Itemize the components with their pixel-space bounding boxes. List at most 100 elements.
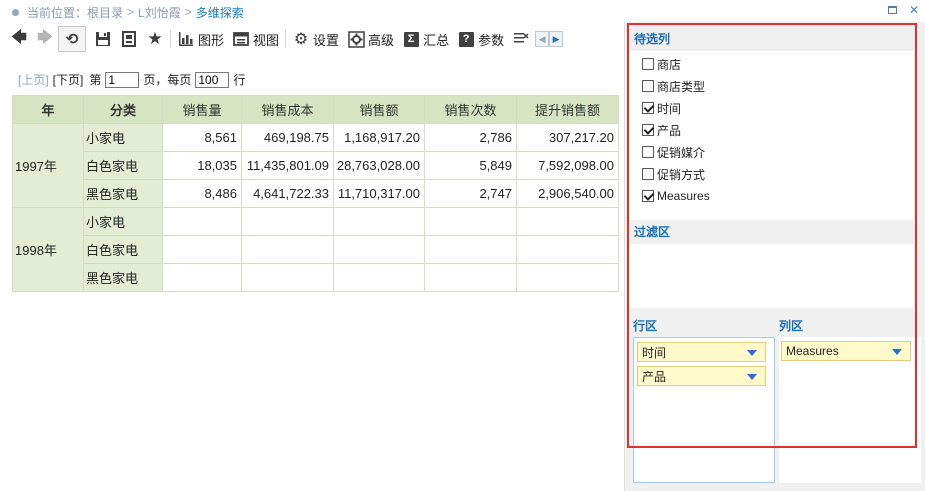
table-row: 1997年 小家电 8,561 469,198.75 1,168,917.20 …: [12, 123, 619, 208]
settings-button-label: 设置: [313, 32, 340, 48]
checkbox[interactable]: [642, 124, 654, 136]
favorite-button[interactable]: ★: [142, 26, 168, 52]
value-cell: 2,786: [424, 123, 517, 152]
save-button[interactable]: [90, 26, 116, 52]
row-chip-product[interactable]: 产品: [637, 366, 766, 386]
filter-drop-zone[interactable]: [628, 244, 914, 308]
checkbox[interactable]: [642, 168, 654, 180]
value-cell: 469,198.75: [241, 123, 334, 152]
value-cell: 11,710,317.00: [333, 179, 425, 208]
dropdown-arrow-icon[interactable]: [747, 374, 757, 380]
column-header[interactable]: 年: [12, 95, 84, 124]
summary-button[interactable]: Σ 汇总: [398, 26, 453, 52]
breadcrumb-item-root[interactable]: 根目录: [87, 4, 123, 21]
candidate-item-store[interactable]: 商店: [628, 53, 914, 75]
breadcrumb-item-user[interactable]: L刘怡霞: [138, 4, 181, 21]
candidate-item-store-type[interactable]: 商店类型: [628, 75, 914, 97]
column-header[interactable]: 销售量: [162, 95, 242, 124]
candidates-section: 待选列 商店 商店类型 时间 产品 促销媒介 促销方式 Measures: [628, 27, 914, 224]
advanced-button[interactable]: 高级: [343, 26, 398, 52]
checkbox[interactable]: [642, 58, 654, 70]
page-number-input[interactable]: [105, 71, 140, 88]
category-cell[interactable]: 白色家电: [83, 151, 163, 180]
column-header[interactable]: 销售额: [333, 95, 425, 124]
candidate-item-promo-method[interactable]: 促销方式: [628, 163, 914, 185]
filter-title: 过滤区: [628, 220, 914, 244]
scroll-left-icon[interactable]: ◀: [535, 31, 550, 47]
row-drop-zone[interactable]: 时间 产品: [633, 337, 775, 483]
value-cell: 307,217.20: [516, 123, 619, 152]
checkbox[interactable]: [642, 146, 654, 158]
arrow-right-icon: 🡆: [37, 28, 53, 46]
category-cell[interactable]: 白色家电: [83, 235, 163, 264]
candidate-label: Measures: [657, 189, 710, 203]
checkbox[interactable]: [642, 102, 654, 114]
value-cell: 2,747: [424, 179, 517, 208]
sigma-icon: Σ: [402, 30, 420, 48]
close-icon[interactable]: ✕: [907, 3, 921, 17]
candidate-label: 商店类型: [657, 79, 706, 94]
table-row: 1998年 小家电: [12, 207, 619, 292]
more-button[interactable]: [508, 26, 533, 52]
row-area-title: 行区: [633, 319, 658, 333]
year-cell[interactable]: 1997年: [12, 123, 84, 208]
candidate-item-measures[interactable]: Measures: [628, 185, 914, 207]
candidates-title: 待选列: [628, 27, 914, 51]
dropdown-arrow-icon[interactable]: [747, 350, 757, 356]
value-cell: [516, 207, 619, 236]
col-drop-zone[interactable]: Measures: [779, 337, 921, 483]
toolbar-divider: [285, 30, 287, 48]
location-dot-icon: [12, 8, 19, 16]
candidate-label: 时间: [657, 101, 682, 116]
maximize-icon[interactable]: [885, 3, 899, 17]
col-area-title: 列区: [779, 319, 804, 333]
dropdown-arrow-icon[interactable]: [892, 349, 902, 355]
question-icon: ?: [457, 30, 475, 48]
candidate-item-product[interactable]: 产品: [628, 119, 914, 141]
column-header[interactable]: 销售成本: [241, 95, 334, 124]
candidate-label: 产品: [657, 123, 682, 138]
table-row: 黑色家电: [13, 263, 619, 292]
back-button[interactable]: 🡄: [6, 26, 32, 52]
column-header[interactable]: 销售次数: [424, 95, 517, 124]
row-chip-time[interactable]: 时间: [637, 342, 766, 362]
filter-section: 过滤区: [628, 220, 914, 308]
next-page-link[interactable]: [下页]: [53, 71, 84, 88]
col-chip-measures[interactable]: Measures: [781, 341, 911, 361]
value-cell: [241, 235, 334, 264]
scroll-right-icon[interactable]: ▶: [549, 31, 564, 47]
chip-label: Measures: [786, 344, 839, 358]
value-cell: [333, 263, 425, 292]
chart-button[interactable]: 图形: [173, 26, 228, 52]
checkbox[interactable]: [642, 190, 654, 202]
column-header[interactable]: 提升销售额: [516, 95, 619, 124]
field-panel: 待选列 商店 商店类型 时间 产品 促销媒介 促销方式 Measures 过滤区…: [624, 22, 925, 491]
checkbox[interactable]: [642, 80, 654, 92]
value-cell: 18,035: [162, 151, 242, 180]
view-icon: [232, 30, 250, 48]
settings-button[interactable]: ⚙ 设置: [288, 26, 343, 52]
table-header-row: 年 分类 销售量 销售成本 销售额 销售次数 提升销售额: [12, 95, 619, 124]
prev-page-link[interactable]: [上页]: [18, 71, 49, 88]
candidate-item-time[interactable]: 时间: [628, 97, 914, 119]
breadcrumb: 当前位置： 根目录 > L刘怡霞 > 多维探索: [0, 0, 925, 24]
column-header[interactable]: 分类: [83, 95, 163, 124]
pager: [上页] [下页] 第 页，每页 行: [18, 71, 245, 88]
category-cell[interactable]: 黑色家电: [83, 263, 163, 292]
value-cell: 5,849: [424, 151, 517, 180]
category-cell[interactable]: 小家电: [83, 207, 163, 236]
value-cell: 1,168,917.20: [333, 123, 425, 152]
candidate-item-promo-media[interactable]: 促销媒介: [628, 141, 914, 163]
view-button[interactable]: 视图: [228, 26, 283, 52]
arrow-left-icon: 🡄: [11, 28, 27, 46]
category-cell[interactable]: 黑色家电: [83, 179, 163, 208]
category-cell[interactable]: 小家电: [83, 123, 163, 152]
save-as-button[interactable]: [116, 26, 142, 52]
toolbar: 🡄 🡆 ⟲ ★ 图形 视图 ⚙ 设置 高级 Σ 汇总 ? 参数 ◀ ▶: [6, 25, 618, 53]
year-cell[interactable]: 1998年: [12, 207, 84, 292]
forward-button[interactable]: 🡆: [32, 26, 58, 52]
per-page-input[interactable]: [195, 71, 230, 88]
table-row: 白色家电: [13, 235, 619, 264]
refresh-button[interactable]: ⟲: [58, 26, 86, 52]
params-button[interactable]: ? 参数: [453, 26, 508, 52]
